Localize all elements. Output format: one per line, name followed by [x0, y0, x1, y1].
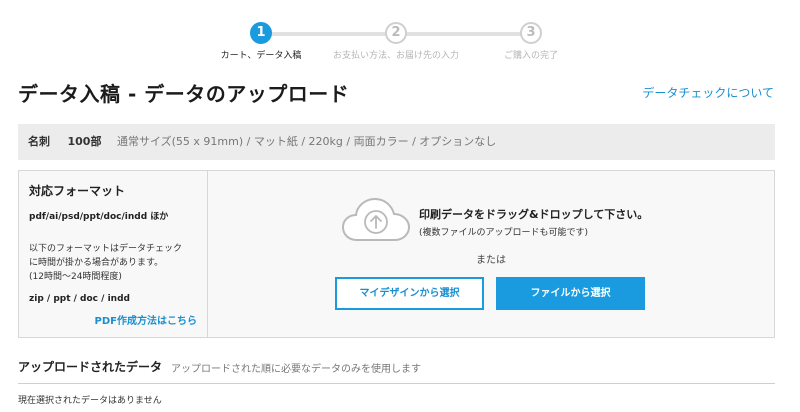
section-divider	[18, 383, 775, 384]
step-2-circle: 2	[385, 22, 407, 44]
step-2-label: お支払い方法、お届け先の入力	[332, 51, 460, 61]
formats-note-line: 以下のフォーマットはデータチェック	[29, 244, 183, 254]
step-3-label: ご購入の完了	[503, 51, 559, 61]
formats-note-line: (12時間〜24時間程度)	[29, 272, 122, 282]
uploaded-data-title: アップロードされたデータ	[18, 360, 163, 374]
product-spec: 通常サイズ(55 x 91mm) / マット紙 / 220kg / 両面カラー …	[116, 135, 497, 148]
product-name: 名刺	[28, 135, 50, 148]
progress-stepper: 1 2 3 カート、データ入稿 お支払い方法、お届け先の入力 ご購入の完了	[0, 22, 800, 62]
uploaded-data-note: アップロードされた順に必要なデータのみを使用します	[171, 364, 421, 375]
formats-title: 対応フォーマット	[29, 184, 126, 198]
step-connector	[406, 32, 522, 36]
or-separator: または	[476, 255, 506, 266]
page-title: データ入稿 - データのアップロード	[18, 82, 350, 106]
product-quantity: 100部	[67, 135, 102, 148]
formats-note-line: に時間が掛かる場合があります。	[29, 258, 164, 268]
cloud-upload-icon	[341, 197, 411, 241]
formats-note: 以下のフォーマットはデータチェック に時間が掛かる場合があります。 (12時間〜…	[29, 242, 207, 284]
select-file-button[interactable]: ファイルから選択	[496, 277, 645, 310]
file-dropzone[interactable]: 印刷データをドラッグ&ドロップして下さい。 (複数ファイルのアップロードも可能で…	[208, 171, 774, 337]
step-3-circle: 3	[520, 22, 542, 44]
empty-state-text: 現在選択されたデータはありません	[18, 396, 162, 406]
step-1-circle: 1	[250, 22, 272, 44]
select-from-mydesign-button[interactable]: マイデザインから選択	[335, 277, 484, 310]
dropzone-subtitle: (複数ファイルのアップロードも可能です)	[419, 228, 589, 238]
order-summary-bar: 名刺 100部 通常サイズ(55 x 91mm) / マット紙 / 220kg …	[18, 124, 775, 160]
pdf-guide-link[interactable]: PDF作成方法はこちら	[95, 312, 197, 327]
dropzone-title: 印刷データをドラッグ&ドロップして下さい。	[419, 208, 649, 221]
upload-panel: 対応フォーマット pdf/ai/psd/ppt/doc/indd ほか 以下のフ…	[18, 170, 775, 338]
step-connector	[262, 32, 388, 36]
data-check-about-link[interactable]: データチェックについて	[642, 84, 774, 101]
step-1-label: カート、データ入稿	[220, 51, 302, 61]
formats-main-list: pdf/ai/psd/ppt/doc/indd ほか	[29, 212, 169, 222]
supported-formats-panel: 対応フォーマット pdf/ai/psd/ppt/doc/indd ほか 以下のフ…	[19, 171, 208, 337]
formats-slow-list: zip / ppt / doc / indd	[29, 294, 130, 304]
